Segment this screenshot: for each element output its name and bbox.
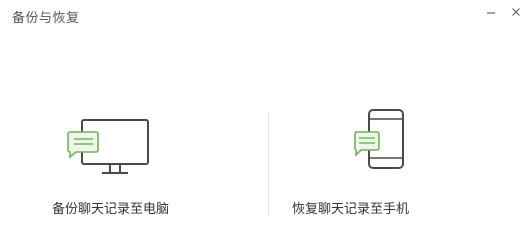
backup-restore-window: 备份与恢复 备份聊天记录至电脑 恢复聊天记录至手机 — [0, 0, 530, 246]
phone-chat-icon — [351, 108, 411, 178]
monitor-chat-icon — [64, 118, 154, 186]
restore-to-phone-option[interactable]: 恢复聊天记录至手机 — [265, 109, 530, 232]
restore-to-phone-label: 恢复聊天记录至手机 — [291, 202, 409, 217]
window-title: 备份与恢复 — [12, 11, 80, 26]
minimize-button[interactable] — [480, 2, 502, 22]
close-icon — [512, 8, 520, 16]
minimize-icon — [487, 12, 495, 14]
backup-to-pc-label: 备份聊天记录至电脑 — [51, 202, 169, 217]
close-button[interactable] — [505, 2, 527, 22]
title-bar[interactable]: 备份与恢复 — [0, 0, 530, 32]
